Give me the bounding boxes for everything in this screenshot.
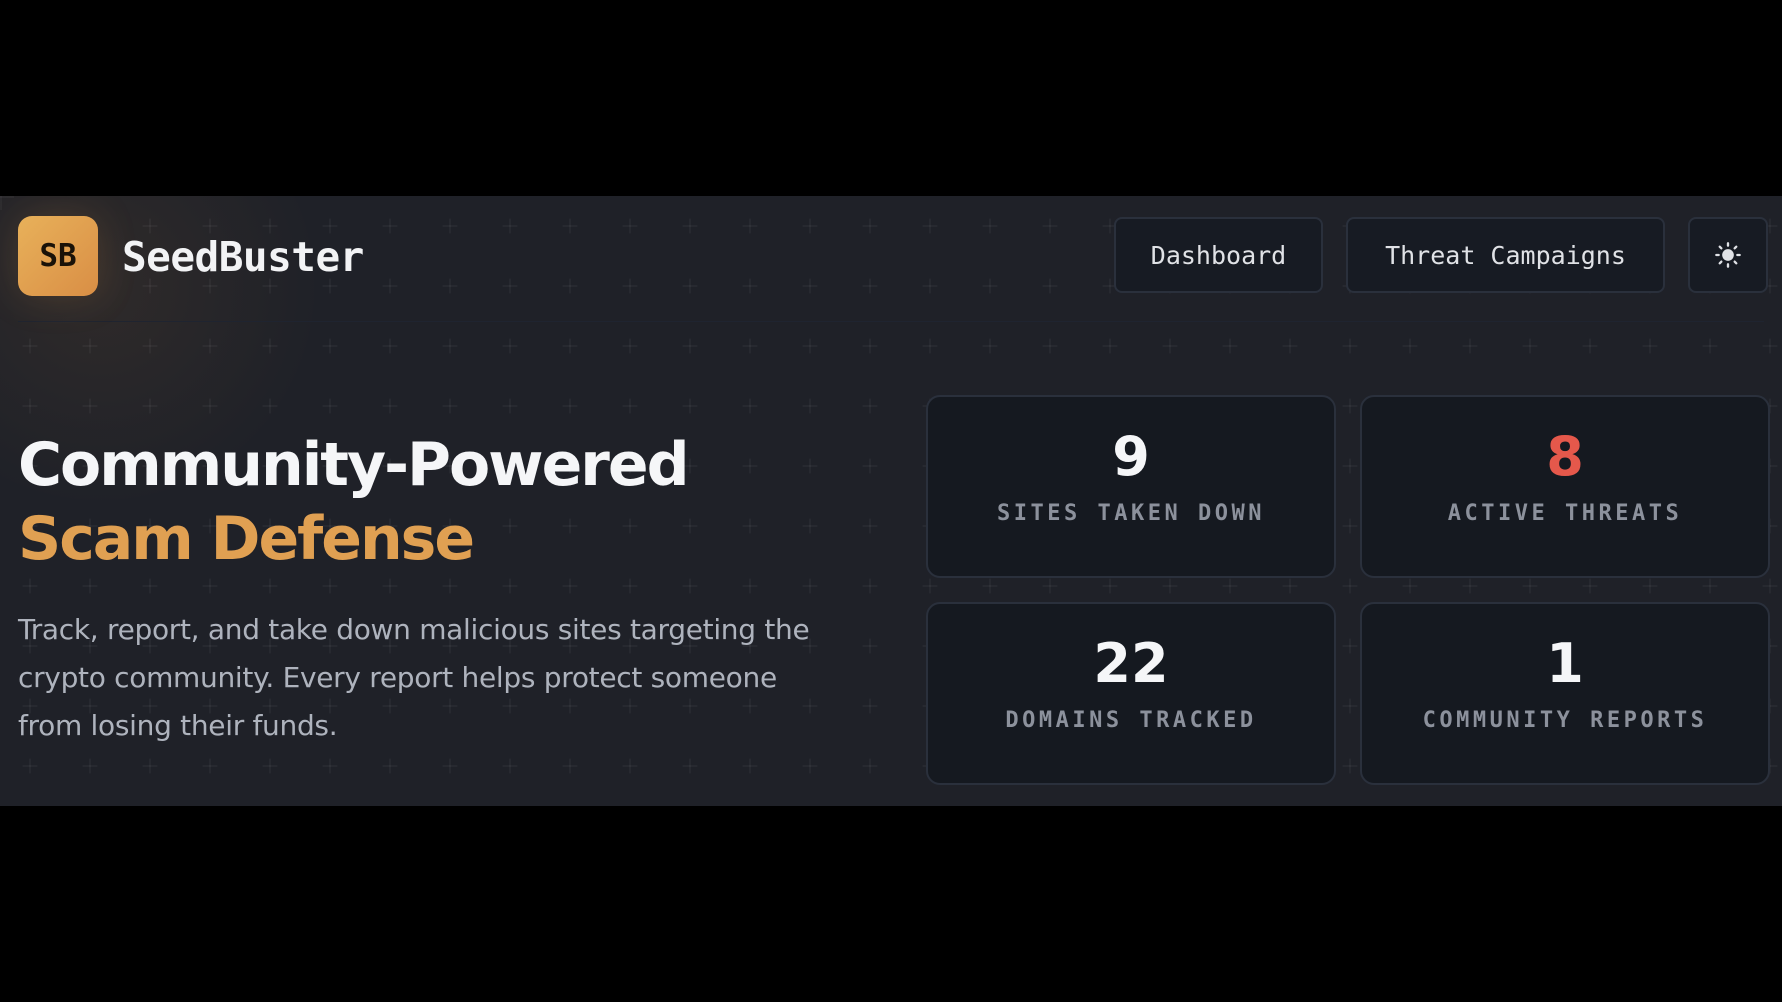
stat-label: ACTIVE THREATS xyxy=(1447,501,1683,526)
logo-badge[interactable]: SB xyxy=(18,216,98,296)
threat-campaigns-button[interactable]: Threat Campaigns xyxy=(1346,217,1665,293)
hero-title-main: Community-Powered xyxy=(18,430,690,500)
stat-card-domains-tracked: 22 DOMAINS TRACKED xyxy=(926,602,1336,785)
app-window: SB SeedBuster Dashboard Threat Campaigns… xyxy=(0,196,1782,806)
sun-icon xyxy=(1715,242,1741,268)
stat-value: 22 xyxy=(1093,632,1169,695)
stat-label: COMMUNITY REPORTS xyxy=(1422,708,1708,733)
stat-card-active-threats: 8 ACTIVE THREATS xyxy=(1360,395,1770,578)
stat-label: SITES TAKEN DOWN xyxy=(997,501,1265,526)
stat-card-community-reports: 1 COMMUNITY REPORTS xyxy=(1360,602,1770,785)
stat-label: DOMAINS TRACKED xyxy=(1005,708,1257,733)
stat-value: 8 xyxy=(1546,425,1584,488)
stat-value: 1 xyxy=(1546,632,1584,695)
header: SB SeedBuster Dashboard Threat Campaigns xyxy=(18,196,1768,322)
dashboard-button[interactable]: Dashboard xyxy=(1114,217,1323,293)
hero-description: Track, report, and take down malicious s… xyxy=(18,613,810,742)
hero-title: Community-Powered Scam Defense xyxy=(18,428,878,576)
stat-card-sites-taken-down: 9 SITES TAKEN DOWN xyxy=(926,395,1336,578)
brand-name[interactable]: SeedBuster xyxy=(122,232,364,282)
theme-toggle-button[interactable] xyxy=(1688,217,1768,293)
hero-title-accent: Scam Defense xyxy=(18,504,475,574)
stat-value: 9 xyxy=(1112,425,1150,488)
